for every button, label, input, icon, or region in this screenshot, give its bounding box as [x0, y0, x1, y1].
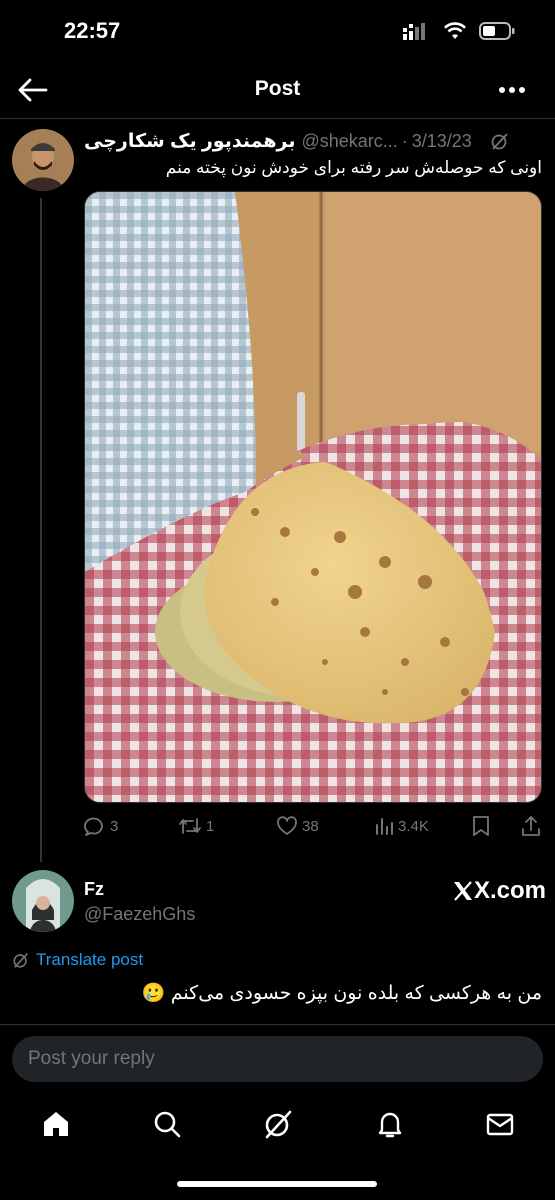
page-title: Post [254, 77, 301, 100]
home-icon[interactable] [40, 1108, 72, 1140]
tweet-image[interactable] [84, 191, 542, 803]
more-options-icon[interactable] [497, 80, 527, 100]
repost-button[interactable]: 1 [178, 816, 214, 836]
translate-post[interactable]: Translate post [12, 950, 143, 970]
notifications-icon[interactable] [374, 1108, 406, 1140]
tweet-header: برهمندپور یک شکارچی @shekarc... · 3/13/2… [84, 128, 544, 154]
analytics-icon [376, 818, 393, 835]
views-button[interactable]: 3.4K [374, 816, 429, 836]
home-indicator [177, 1181, 377, 1187]
reply-avatar[interactable] [12, 870, 74, 932]
reply-text: من به هرکسی که بلده نون بپزه حسودی می‌کن… [141, 983, 542, 1004]
view-count: 3.4K [398, 817, 429, 835]
like-count: 38 [302, 817, 319, 835]
x-watermark: X.com [452, 877, 546, 905]
reply-count: 3 [110, 817, 119, 835]
like-button[interactable]: 38 [276, 816, 319, 836]
divider [0, 1024, 555, 1025]
heart-icon [277, 816, 297, 835]
translate-link[interactable]: Translate post [36, 950, 143, 970]
bookmark-icon[interactable] [472, 815, 490, 837]
wifi-icon [444, 22, 466, 39]
divider [0, 118, 555, 119]
thread-connector [40, 198, 42, 862]
battery-icon [479, 22, 515, 40]
reply-icon [84, 817, 103, 836]
watermark-text: X.com [474, 877, 547, 904]
reply-author-name[interactable]: Fz [84, 879, 104, 900]
grok-nav-icon[interactable] [262, 1108, 294, 1140]
reply-button[interactable]: 3 [84, 816, 118, 836]
cellular-signal-icon [403, 23, 425, 40]
repost-count: 1 [206, 817, 215, 835]
author-name[interactable]: برهمندپور یک شکارچی [84, 130, 295, 153]
repost-icon [179, 818, 201, 834]
reply-author-handle[interactable]: @FaezehGhs [84, 904, 195, 925]
avatar[interactable] [12, 129, 74, 191]
status-icons [403, 22, 515, 40]
messages-icon[interactable] [484, 1108, 516, 1140]
search-icon[interactable] [151, 1108, 183, 1140]
separator-dot: · [401, 130, 408, 151]
reply-input[interactable]: Post your reply [12, 1036, 543, 1082]
grok-icon[interactable] [490, 131, 510, 151]
author-handle[interactable]: @shekarc... [301, 131, 397, 152]
tweet-text: اونی که حوصله‌ش سر رفته برای خودش نون پخ… [165, 158, 542, 177]
post-date[interactable]: 3/13/23 [412, 131, 472, 152]
share-icon[interactable] [520, 815, 542, 837]
grok-icon [13, 953, 28, 968]
status-time: 22:57 [64, 18, 121, 43]
